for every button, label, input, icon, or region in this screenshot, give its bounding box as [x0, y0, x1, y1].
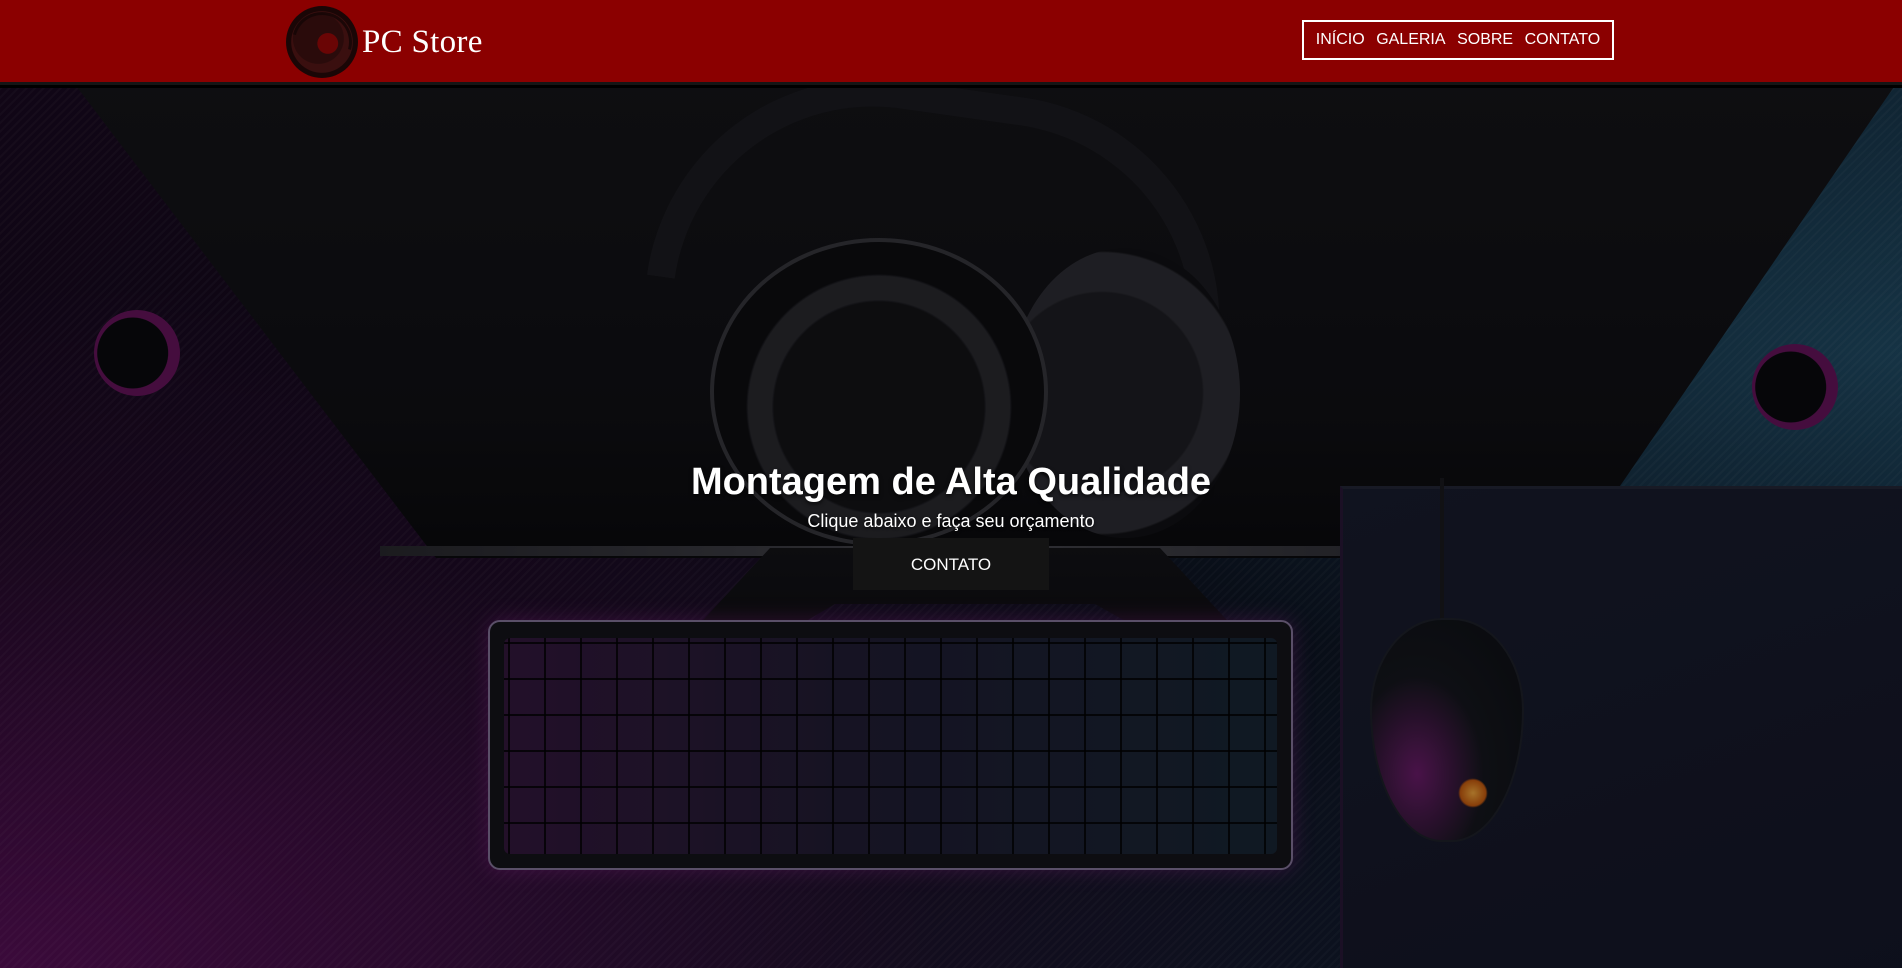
- hero-title: Montagem de Alta Qualidade: [690, 461, 1212, 503]
- dragon-logo-icon: [286, 6, 358, 78]
- nav-item-inicio[interactable]: INÍCIO: [1316, 31, 1365, 49]
- brand-logo[interactable]: PC Store: [286, 4, 483, 80]
- brand-name: PC Store: [362, 23, 483, 60]
- hero-section: Montagem de Alta Qualidade Clique abaixo…: [0, 88, 1902, 968]
- hero-subtitle: Clique abaixo e faça seu orçamento: [807, 511, 1095, 531]
- site-header: PC Store INÍCIO GALERIA SOBRE CONTATO: [0, 0, 1902, 82]
- nav-item-galeria[interactable]: GALERIA: [1376, 31, 1445, 49]
- nav-item-contato[interactable]: CONTATO: [1525, 31, 1601, 49]
- hero-content: Montagem de Alta Qualidade Clique abaixo…: [0, 460, 1902, 590]
- main-nav: INÍCIO GALERIA SOBRE CONTATO: [1302, 20, 1614, 60]
- contact-button[interactable]: CONTATO: [853, 538, 1049, 590]
- nav-item-sobre[interactable]: SOBRE: [1457, 31, 1513, 49]
